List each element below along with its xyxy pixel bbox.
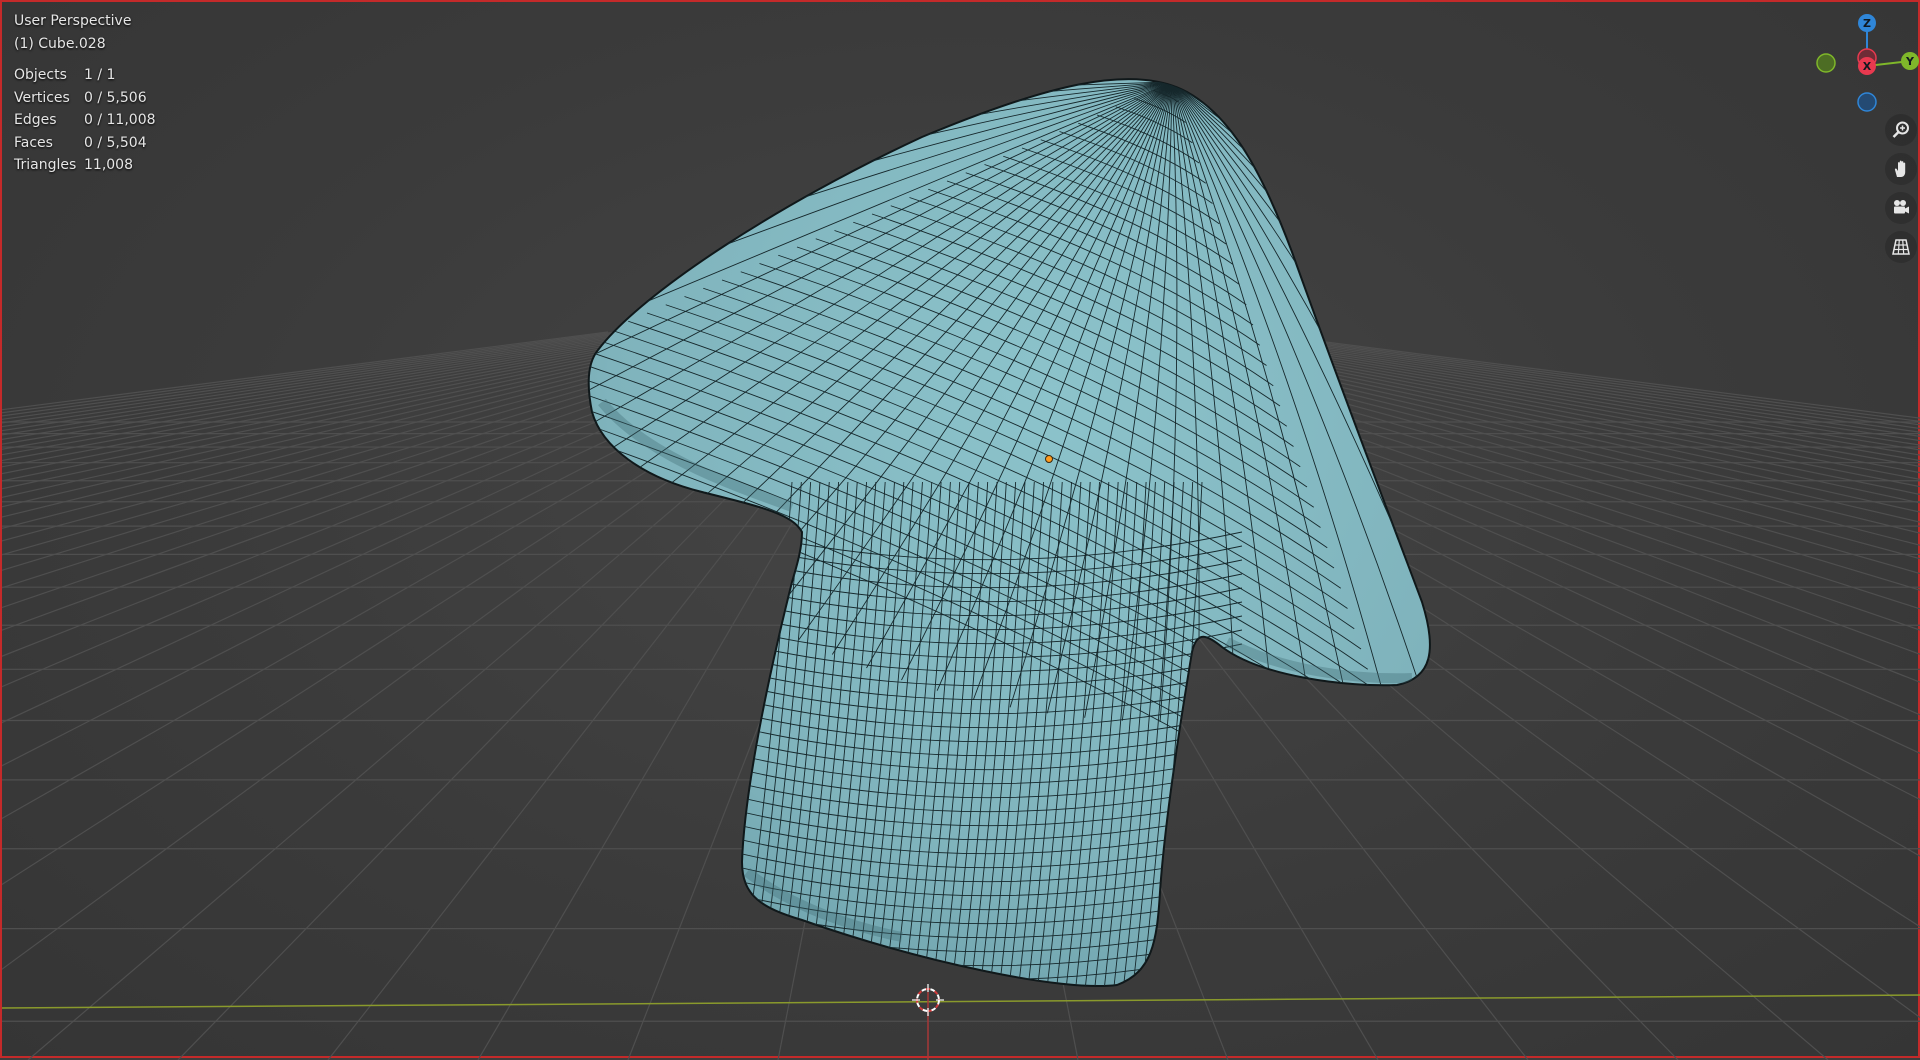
pan-hand-icon (1894, 160, 1906, 177)
wire-edge (1171, 81, 1430, 206)
stat-label: Faces (14, 134, 53, 151)
gizmo-neg-y-axis[interactable] (1816, 53, 1836, 73)
stat-objects: Objects 1 / 1 (14, 64, 156, 87)
grid-line (2, 331, 633, 420)
stat-value: 0 / 5,506 (84, 89, 147, 106)
x-axis-line (2, 994, 1920, 1009)
stat-label: Triangles (14, 157, 77, 173)
stat-vertices: Vertices 0 / 5,506 (14, 87, 156, 110)
view-name: User Perspective (14, 13, 132, 29)
grid-line (2, 331, 657, 432)
gizmo-y-label: Y (1905, 55, 1915, 68)
grid-line (2, 331, 673, 440)
viewport-scene[interactable] (2, 2, 1920, 1060)
pan-button[interactable] (1885, 153, 1917, 185)
navigation-gizmo[interactable]: Z Y X (1812, 8, 1920, 118)
mesh-object[interactable] (413, 78, 1920, 1036)
origin-point (1045, 455, 1053, 463)
3d-viewport[interactable]: User Perspective (1) Cube.028 Objects 1 /… (0, 0, 1920, 1060)
grid-line (2, 331, 649, 428)
active-object-name: (1) Cube.028 (14, 35, 106, 52)
gizmo-neg-z-axis[interactable] (1857, 92, 1877, 112)
stat-value: 0 / 5,504 (84, 134, 147, 151)
grid-line (2, 331, 641, 424)
statistics: Objects 1 / 1 Vertices 0 / 5,506 Edges 0 / … (14, 64, 156, 177)
wire-edge (702, 998, 1242, 1036)
viewport-overlay-text: User Perspective (1) Cube.028 Objects 1 /… (14, 10, 156, 177)
stat-value: 0 / 11,008 (84, 112, 156, 128)
stat-value: 1 / 1 (84, 67, 116, 83)
grid-line (2, 331, 665, 436)
zoom-button[interactable] (1885, 114, 1917, 146)
grid-line (2, 331, 617, 414)
grid-ortho-icon (1892, 239, 1910, 255)
stat-faces: Faces 0 / 5,504 (14, 132, 156, 155)
wire-edge (1171, 81, 1430, 175)
grid-line (2, 331, 705, 462)
gizmo-x-label: X (1863, 60, 1872, 73)
zoom-icon (1892, 121, 1909, 138)
gizmo-z-label: Z (1863, 17, 1871, 30)
stat-label: Vertices (14, 89, 70, 106)
camera-view-button[interactable] (1885, 192, 1917, 224)
camera-icon (1894, 200, 1909, 214)
wire-edge (1171, 81, 1430, 237)
stat-triangles: Triangles 11,008 (14, 154, 156, 177)
stat-label: Edges (14, 112, 57, 128)
wire-edge (1171, 81, 1430, 143)
stat-edges: Edges 0 / 11,008 (14, 109, 156, 132)
stat-value: 11,008 (84, 157, 133, 173)
stat-label: Objects (14, 67, 67, 83)
ortho-toggle-button[interactable] (1885, 231, 1917, 263)
